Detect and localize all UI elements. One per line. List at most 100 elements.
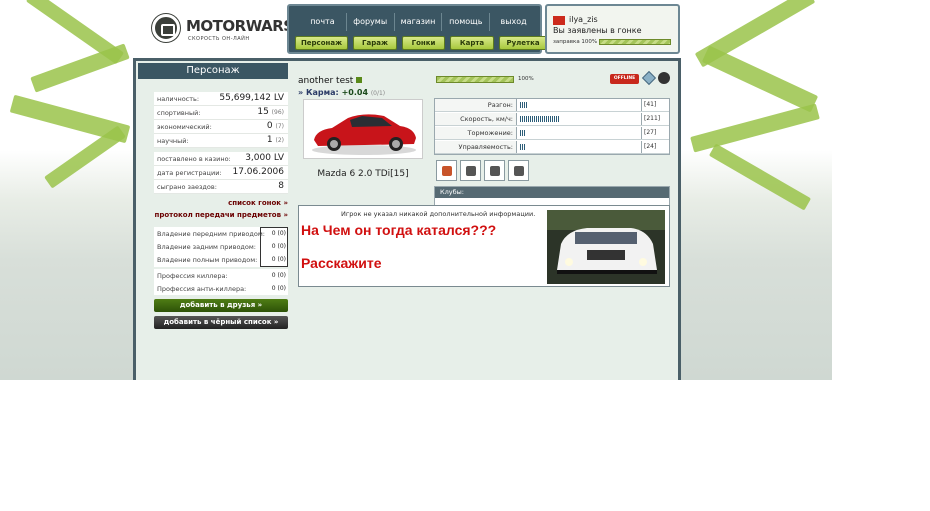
- character-column: Персонаж наличность: 55,699,142 LV спорт…: [138, 63, 288, 380]
- ownership-block: Владение передним приводом: 0 (0) Владен…: [154, 227, 288, 267]
- car-stats-table: Разгон: [41] Скорость, км/ч: [211] Торможени…: [434, 98, 670, 155]
- progress-bar: [436, 76, 514, 83]
- stat-value: 3,000 LV: [245, 153, 284, 163]
- car-stat-value: [24]: [641, 141, 669, 153]
- profession-label: Профессия анти-киллера:: [157, 285, 247, 293]
- nav-button-races[interactable]: Гонки: [402, 36, 445, 50]
- diamond-icon[interactable]: [641, 70, 657, 86]
- ownership-label: Владение задним приводом:: [157, 243, 256, 251]
- nav-link-logout[interactable]: выход: [489, 13, 537, 31]
- stat-value: 15 (96): [257, 107, 284, 117]
- info-line-2: Расскажите: [301, 255, 382, 271]
- race-status: Вы заявлены в гонке: [553, 26, 642, 35]
- nav-button-roulette[interactable]: Рулетка: [499, 36, 547, 50]
- car-stat-bar: [520, 144, 526, 150]
- user-photo: [547, 210, 665, 284]
- stat-row: научный: 1 (2): [154, 134, 288, 148]
- add-blacklist-button[interactable]: добавить в чёрный список »: [154, 316, 288, 329]
- stat-row: наличность: 55,699,142 LV: [154, 92, 288, 106]
- top-navigation: почта форумы магазин помощь выход Персон…: [287, 4, 547, 54]
- stat-label: наличность:: [157, 95, 200, 103]
- stat-value: 8: [278, 181, 284, 191]
- part-shock-icon[interactable]: [436, 160, 457, 181]
- car-stat-value: [27]: [641, 127, 669, 139]
- ownership-value: 0 (0): [271, 243, 286, 250]
- stat-value: 0 (7): [266, 121, 284, 131]
- stat-label: дата регистрации:: [157, 169, 222, 177]
- nav-link-mail[interactable]: почта: [299, 13, 346, 31]
- ownership-row: Владение передним приводом: 0 (0): [154, 227, 288, 240]
- stat-row: дата регистрации: 17.06.2006: [154, 166, 288, 180]
- stat-label: научный:: [157, 137, 189, 145]
- part-exhaust-icon[interactable]: [460, 160, 481, 181]
- add-friend-button[interactable]: добавить в друзья »: [154, 299, 288, 312]
- car-name[interactable]: Mazda 6 2.0 TDi[15]: [303, 169, 423, 179]
- profession-value: 0 (0): [271, 272, 286, 279]
- car-parts: [436, 160, 529, 181]
- stats-main: наличность: 55,699,142 LV спортивный: 15…: [154, 92, 288, 148]
- car-stat-value: [41]: [641, 99, 669, 111]
- nav-button-map[interactable]: Карта: [450, 36, 494, 50]
- site-logo[interactable]: MOTORWARS.RU СКОРОСТЬ ОН-ЛАЙН: [152, 14, 322, 44]
- car-stat-row: Торможение: [27]: [435, 127, 669, 140]
- stats-secondary: поставлено в казино: 3,000 LV дата регис…: [154, 152, 288, 194]
- fuel-bar: [599, 39, 671, 45]
- profession-label: Профессия киллера:: [157, 272, 228, 280]
- car-stat-label: Управляемость:: [435, 141, 517, 153]
- logo-subtitle: СКОРОСТЬ ОН-ЛАЙН: [188, 36, 250, 42]
- ownership-value: 0 (0): [271, 256, 286, 263]
- car-stat-label: Скорость, км/ч:: [435, 113, 517, 125]
- profession-row: Профессия киллера: 0 (0): [154, 269, 288, 282]
- race-list-link[interactable]: список гонок »: [154, 199, 288, 207]
- profile-center: another test » Карма: +0.04 (0/1) Mazda …: [298, 71, 428, 201]
- part-engine-icon[interactable]: [484, 160, 505, 181]
- car-stat-label: Торможение:: [435, 127, 517, 139]
- ownership-value: 0 (0): [271, 230, 286, 237]
- info-box: Игрок не указал никакой дополнительной и…: [298, 205, 670, 287]
- car-stat-bar: [520, 102, 528, 108]
- ownership-row: Владение задним приводом: 0 (0): [154, 240, 288, 253]
- stat-label: поставлено в казино:: [157, 155, 231, 163]
- character-title: Персонаж: [138, 63, 288, 79]
- nav-button-character[interactable]: Персонаж: [295, 36, 348, 50]
- car-stats-panel: 100% OFFLINE Разгон: [41] Скорость, км/ч: […: [434, 70, 670, 208]
- nav-link-help[interactable]: помощь: [441, 13, 489, 31]
- transfer-log-link[interactable]: протокол передачи предметов »: [154, 211, 289, 219]
- stat-row: сыграно заездов: 8: [154, 180, 288, 194]
- car-stat-row: Скорость, км/ч: [211]: [435, 113, 669, 126]
- nav-link-forums[interactable]: форумы: [345, 13, 394, 31]
- car-image[interactable]: [303, 99, 423, 159]
- nav-links: почта форумы магазин помощь выход: [299, 13, 537, 31]
- stat-value: 1 (2): [266, 135, 284, 145]
- profession-value: 0 (0): [271, 285, 286, 292]
- progress-label: 100%: [518, 76, 534, 82]
- clubs-header: Клубы:: [435, 187, 669, 198]
- info-line-1: На Чем он тогда катался???: [301, 222, 497, 238]
- ownership-row: Владение полным приводом: 0 (0): [154, 253, 288, 266]
- stat-label: сыграно заездов:: [157, 183, 217, 191]
- stat-row: спортивный: 15 (96): [154, 106, 288, 120]
- stat-value: 17.06.2006: [232, 167, 284, 177]
- page: MOTORWARS.RU СКОРОСТЬ ОН-ЛАЙН почта фору…: [0, 0, 832, 380]
- fuel-label: заправка 100%: [553, 39, 598, 45]
- profile-username[interactable]: another test: [298, 76, 363, 86]
- main-panel: Персонаж наличность: 55,699,142 LV спорт…: [133, 58, 681, 380]
- stat-label: спортивный:: [157, 109, 201, 117]
- gender-icon: [356, 77, 363, 83]
- car-stat-bar: [520, 130, 526, 136]
- user-flag-icon: [553, 16, 565, 25]
- nav-button-garage[interactable]: Гараж: [353, 36, 397, 50]
- stat-row: поставлено в казино: 3,000 LV: [154, 152, 288, 166]
- ownership-label: Владение полным приводом:: [157, 256, 258, 264]
- nav-buttons: Персонаж Гараж Гонки Карта Рулетка: [295, 36, 547, 50]
- user-name[interactable]: ilya_zis: [569, 15, 598, 24]
- car-stat-label: Разгон:: [435, 99, 517, 111]
- user-box: ilya_zis Вы заявлены в гонке заправка 10…: [545, 4, 680, 54]
- karma: » Карма: +0.04 (0/1): [298, 88, 386, 97]
- part-brake-icon[interactable]: [508, 160, 529, 181]
- nav-link-shop[interactable]: магазин: [393, 13, 442, 31]
- wheel-icon[interactable]: [658, 72, 670, 84]
- ownership-label: Владение передним приводом:: [157, 230, 265, 238]
- no-info-text: Игрок не указал никакой дополнительной и…: [341, 210, 536, 218]
- offline-badge: OFFLINE: [610, 74, 639, 84]
